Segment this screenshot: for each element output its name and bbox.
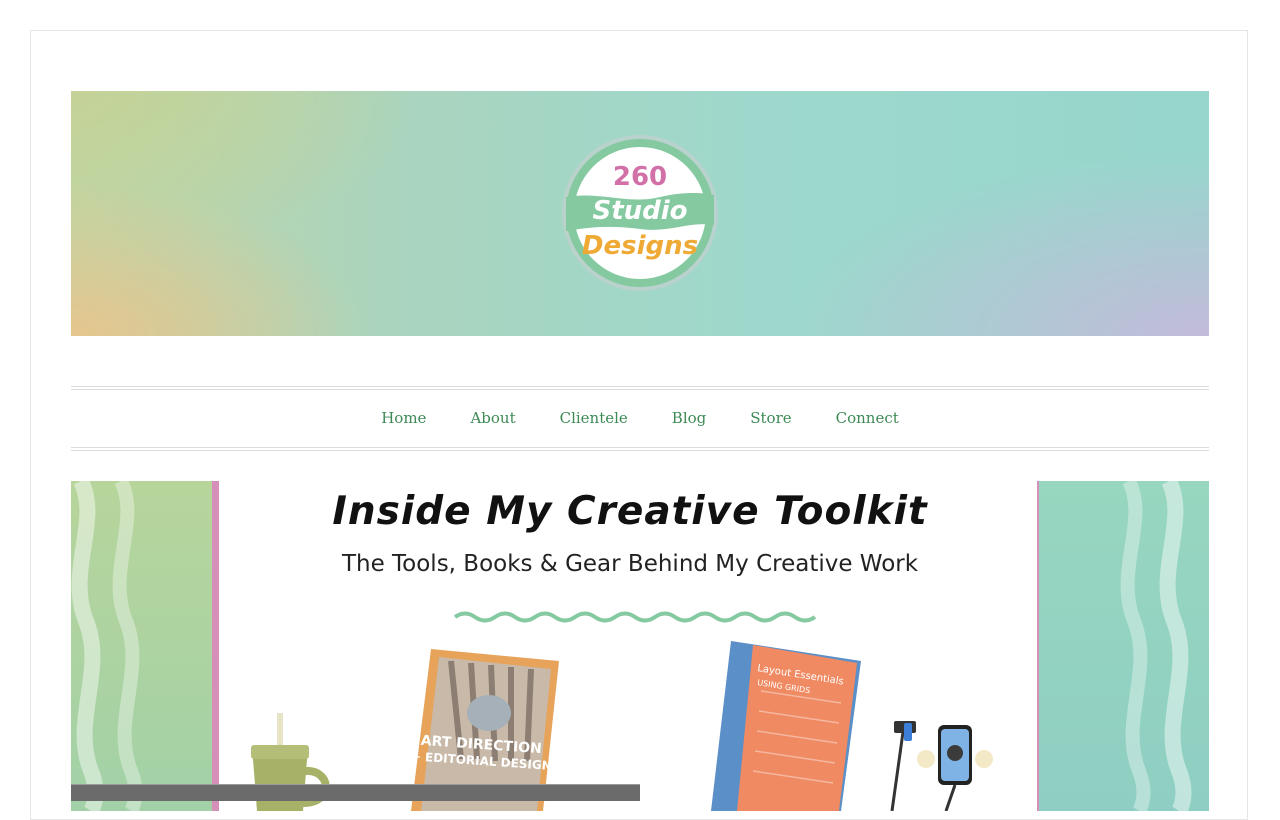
main-navigation: Home About Clientele Blog Store Connect xyxy=(71,388,1209,448)
nav-bottom-rule xyxy=(71,447,1209,448)
wave-decoration-left xyxy=(71,481,143,811)
selfie-stick-image xyxy=(890,721,993,811)
nav-item-clientele[interactable]: Clientele xyxy=(560,409,628,427)
logo-text-designs: Designs xyxy=(582,231,698,261)
squiggle-divider xyxy=(453,611,817,623)
featured-post-image[interactable]: Inside My Creative Toolkit The Tools, Bo… xyxy=(71,481,1209,811)
nav-item-home[interactable]: Home xyxy=(381,409,426,427)
hero-left-panel xyxy=(71,481,219,811)
hero-title: Inside My Creative Toolkit xyxy=(332,489,928,534)
media-overlay-bar[interactable] xyxy=(71,784,640,801)
nav-item-about[interactable]: About xyxy=(470,409,515,427)
layout-essentials-book-image: Layout Essentials USING GRIDS xyxy=(711,641,861,811)
nav-top-rule xyxy=(71,386,1209,387)
nav-item-connect[interactable]: Connect xyxy=(836,409,899,427)
logo-text-260: 260 xyxy=(613,162,667,192)
pink-border-left xyxy=(212,481,219,811)
hero-subtitle: The Tools, Books & Gear Behind My Creati… xyxy=(341,551,919,577)
site-logo[interactable]: 260 Studio Designs xyxy=(560,133,720,293)
nav-bottom-rule-inner xyxy=(71,450,1209,451)
nav-item-blog[interactable]: Blog xyxy=(672,409,706,427)
nav-item-store[interactable]: Store xyxy=(750,409,791,427)
wave-decoration-right xyxy=(1120,481,1192,811)
hero-right-panel xyxy=(1039,481,1209,811)
logo-text-studio: Studio xyxy=(592,196,687,226)
